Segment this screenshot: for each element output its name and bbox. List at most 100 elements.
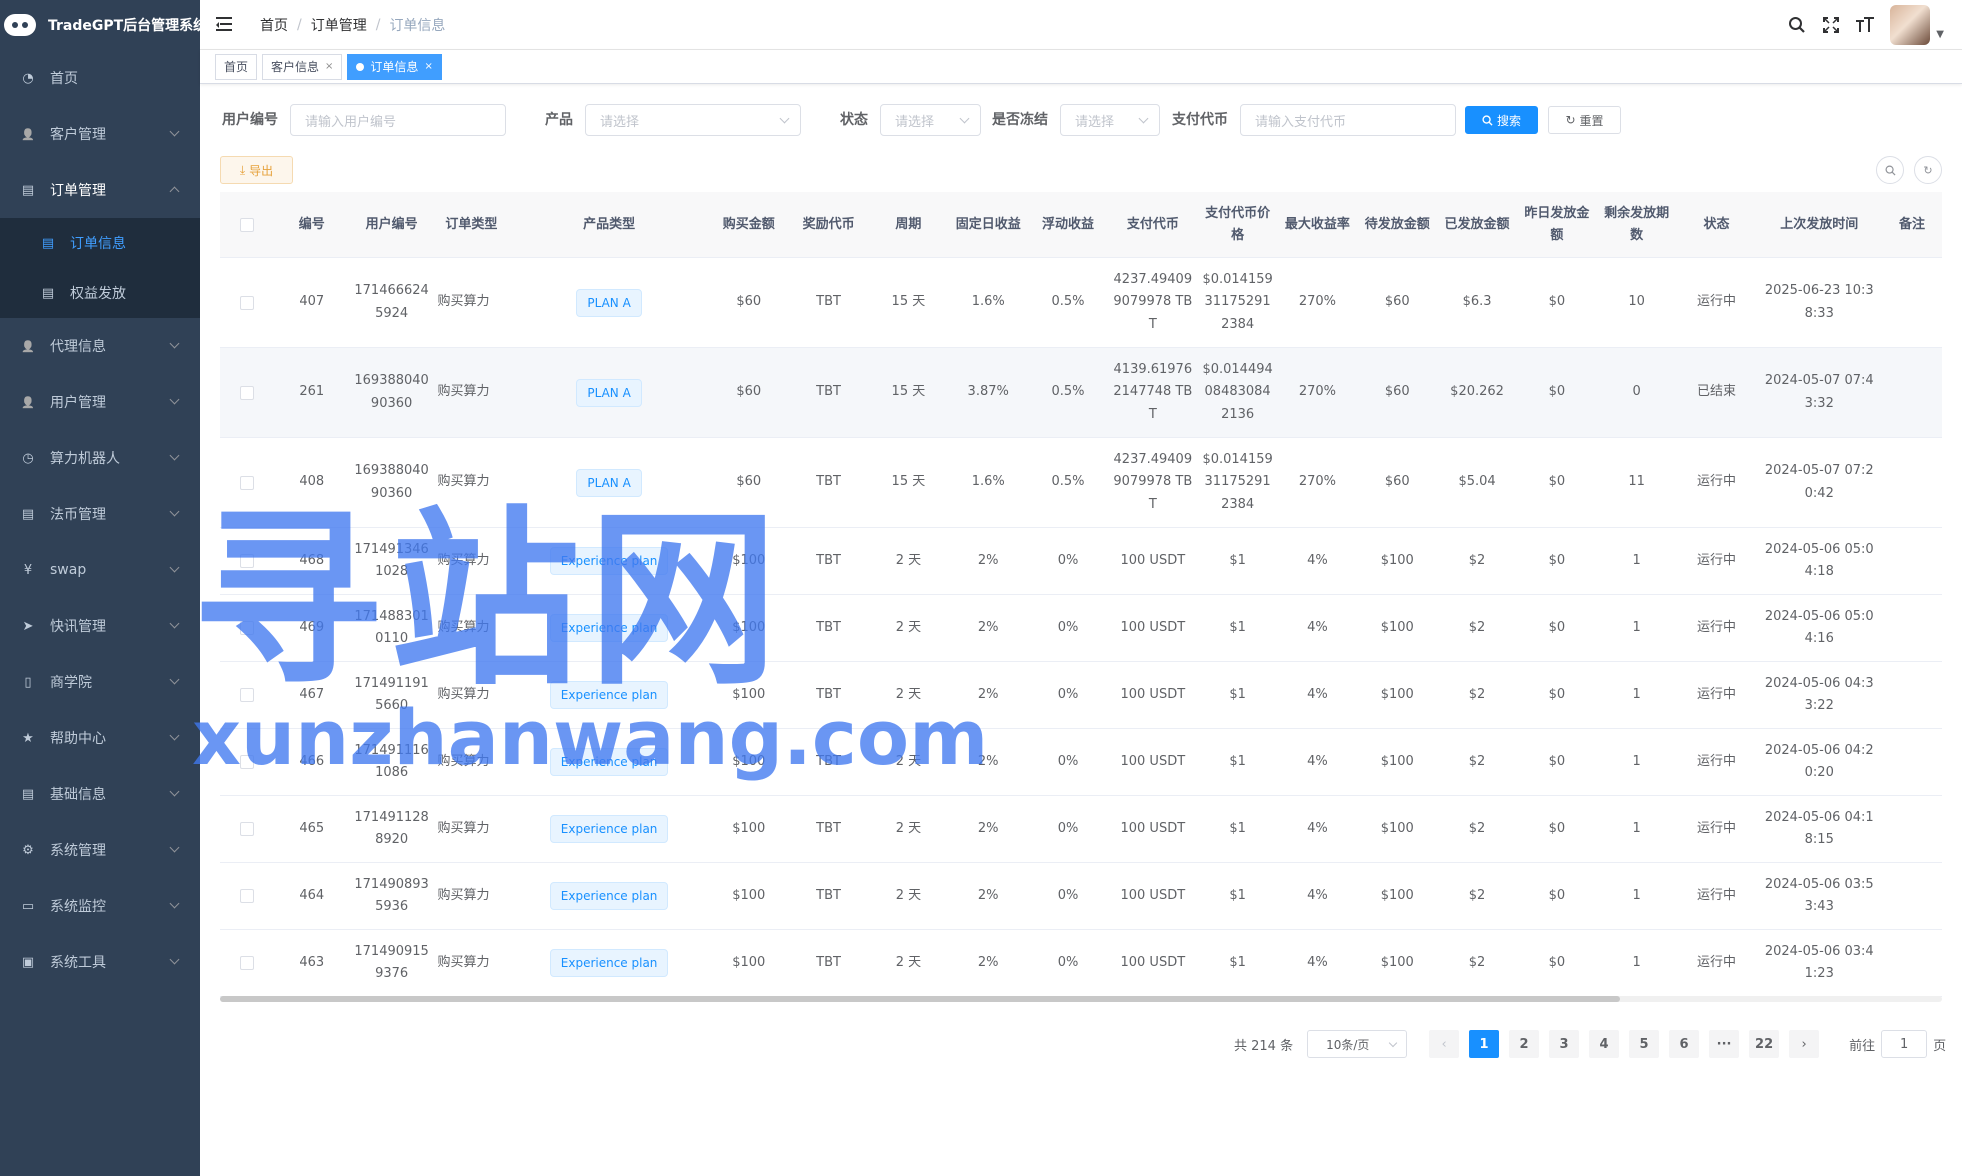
caret-down-icon[interactable]: ▼ [1936, 29, 1944, 40]
sidebar-item[interactable]: 👤 代理信息 [0, 318, 200, 374]
cell-remaining: 10 [1628, 294, 1645, 310]
watermark-text: 寻站网 [192, 490, 787, 711]
sidebar-item[interactable]: ▤ 法币管理 [0, 486, 200, 542]
breadcrumb-home[interactable]: 首页 [260, 15, 288, 35]
star-icon: ★ [22, 730, 34, 746]
page-number-button[interactable]: 1 [1469, 1030, 1500, 1058]
font-size-icon[interactable] [1848, 8, 1882, 42]
cell-paid: $2 [1468, 887, 1486, 903]
page-size-select[interactable]: 10条/页 [1307, 1030, 1408, 1058]
cell-pay-coin: 100 USDT [1120, 954, 1186, 970]
table-row[interactable]: 463 1714909159376 购买算力 Experience plan $100 T… [220, 930, 1942, 997]
cell-status: 运行中 [1696, 552, 1736, 568]
breadcrumb-order-management[interactable]: 订单管理 [311, 15, 367, 35]
row-checkbox[interactable] [239, 295, 254, 310]
page-numbers: 1 2 3 4 5 6 ··· 22 [1469, 1030, 1789, 1058]
cell-remaining: 1 [1632, 552, 1641, 568]
user-avatar[interactable] [1890, 5, 1931, 45]
cell-max-rate: 270% [1298, 474, 1337, 490]
row-checkbox[interactable] [239, 889, 254, 903]
sidebar-item[interactable]: ◔ 首页 [0, 50, 200, 106]
row-checkbox[interactable] [239, 822, 254, 836]
page-number-button[interactable]: 22 [1749, 1030, 1780, 1058]
sidebar-item[interactable]: ▣ 系统工具 [0, 934, 200, 990]
row-checkbox[interactable] [239, 385, 254, 400]
watermark-url: xunzhanwang.com [192, 693, 989, 782]
more-pages-button[interactable]: ··· [1709, 1030, 1740, 1058]
close-icon[interactable]: × [325, 55, 333, 79]
refresh-table-button[interactable]: ↻ [1914, 156, 1942, 184]
cell-float: 0% [1057, 552, 1079, 568]
sidebar-item[interactable]: ▤ 订单管理 [0, 162, 200, 218]
cell-remaining: 11 [1628, 474, 1645, 490]
next-page-button[interactable]: › [1789, 1030, 1820, 1058]
search-icon[interactable] [1780, 8, 1814, 42]
sidebar-item[interactable]: 👤 客户管理 [0, 106, 200, 162]
cell-status: 运行中 [1696, 686, 1736, 702]
hamburger-menu-icon[interactable] [216, 16, 236, 33]
cell-fixed: 1.6% [971, 474, 1005, 490]
status-select[interactable]: 请选择 [880, 104, 981, 136]
cell-pay-coin: 100 USDT [1120, 887, 1186, 903]
page-number-button[interactable]: 3 [1549, 1030, 1580, 1058]
sidebar-item[interactable]: ¥ swap [0, 542, 200, 598]
frozen-select[interactable]: 请选择 [1060, 104, 1160, 136]
sidebar-item[interactable]: ▯ 商学院 [0, 654, 200, 710]
select-all-checkbox[interactable] [239, 217, 254, 232]
close-icon[interactable]: × [424, 55, 432, 79]
product-select[interactable]: 请选择 [585, 104, 801, 136]
page-number-button[interactable]: 4 [1589, 1030, 1620, 1058]
table-row[interactable]: 465 1714911288920 购买算力 Experience plan $100 T… [220, 796, 1942, 863]
page-number-button[interactable]: 6 [1669, 1030, 1700, 1058]
table-row[interactable]: 261 16938804090360 购买算力 PLAN A $60 TBT 15 天 3.8… [220, 348, 1942, 438]
pay-coin-input[interactable]: 请输入支付代币 [1240, 104, 1456, 136]
column-header: 编号 [298, 216, 325, 232]
app-logo[interactable]: TradeGPT后台管理系统 [0, 0, 200, 50]
prev-page-button[interactable]: ‹ [1429, 1030, 1460, 1058]
table-row[interactable]: 464 1714908935936 购买算力 Experience plan $100 T… [220, 863, 1942, 930]
reset-button[interactable]: ↻ 重置 [1548, 106, 1621, 134]
horizontal-scrollbar[interactable] [220, 996, 1942, 1002]
sidebar-item[interactable]: ◷ 算力机器人 [0, 430, 200, 486]
row-checkbox[interactable] [239, 475, 254, 490]
download-icon: ⤓ [239, 162, 246, 177]
cell-status: 运行中 [1696, 753, 1736, 769]
column-header: 购买金额 [722, 216, 775, 232]
goto-page-input[interactable] [1881, 1030, 1928, 1058]
cell-user: 1714911288920 [354, 809, 429, 848]
tag-order-info[interactable]: 订单信息 × [347, 53, 442, 80]
cell-yesterday: $0 [1548, 474, 1566, 490]
yen-icon: ¥ [23, 562, 33, 578]
sidebar-subitem[interactable]: ▤ 订单信息 [0, 218, 200, 268]
sidebar-subitem[interactable]: ▤ 权益发放 [0, 268, 200, 318]
user-id-label: 用户编号 [222, 112, 278, 128]
goto-label: 前往 [1849, 1038, 1876, 1054]
tag-home[interactable]: 首页 [215, 53, 258, 80]
sidebar-item[interactable]: ▤ 基础信息 [0, 766, 200, 822]
sidebar-item[interactable]: ▭ 系统监控 [0, 878, 200, 934]
user-id-input[interactable]: 请输入用户编号 [290, 104, 506, 136]
refresh-icon: ↻ [1923, 163, 1933, 177]
tag-customer-info[interactable]: 客户信息 × [262, 53, 343, 80]
sidebar-item[interactable]: 👤 用户管理 [0, 374, 200, 430]
cell-float: 0.5% [1051, 384, 1085, 400]
user-id-placeholder: 请输入用户编号 [305, 114, 397, 130]
column-header: 用户编号 [365, 216, 418, 232]
sidebar-item-label: 快讯管理 [50, 619, 106, 635]
scrollbar-thumb[interactable] [220, 996, 1620, 1002]
search-button[interactable]: 搜索 [1465, 106, 1538, 134]
row-checkbox[interactable] [239, 956, 254, 970]
sidebar-item[interactable]: ➤ 快讯管理 [0, 598, 200, 654]
toggle-search-button[interactable] [1876, 156, 1904, 184]
sidebar-item[interactable]: ⚙ 系统管理 [0, 822, 200, 878]
fullscreen-icon[interactable] [1814, 8, 1848, 42]
chevron-down-icon [169, 618, 180, 629]
table-row[interactable]: 407 1714666245924 购买算力 PLAN A $60 TBT 15 天 1.6%… [220, 258, 1942, 348]
column-header: 浮动收益 [1042, 216, 1095, 232]
select-all-cell [220, 192, 274, 257]
page-number-button[interactable]: 5 [1629, 1030, 1660, 1058]
sidebar-item[interactable]: ★ 帮助中心 [0, 710, 200, 766]
page-number-button[interactable]: 2 [1509, 1030, 1540, 1058]
export-button[interactable]: ⤓ 导出 [220, 156, 293, 184]
navbar-right: ▼ [1780, 0, 1944, 50]
